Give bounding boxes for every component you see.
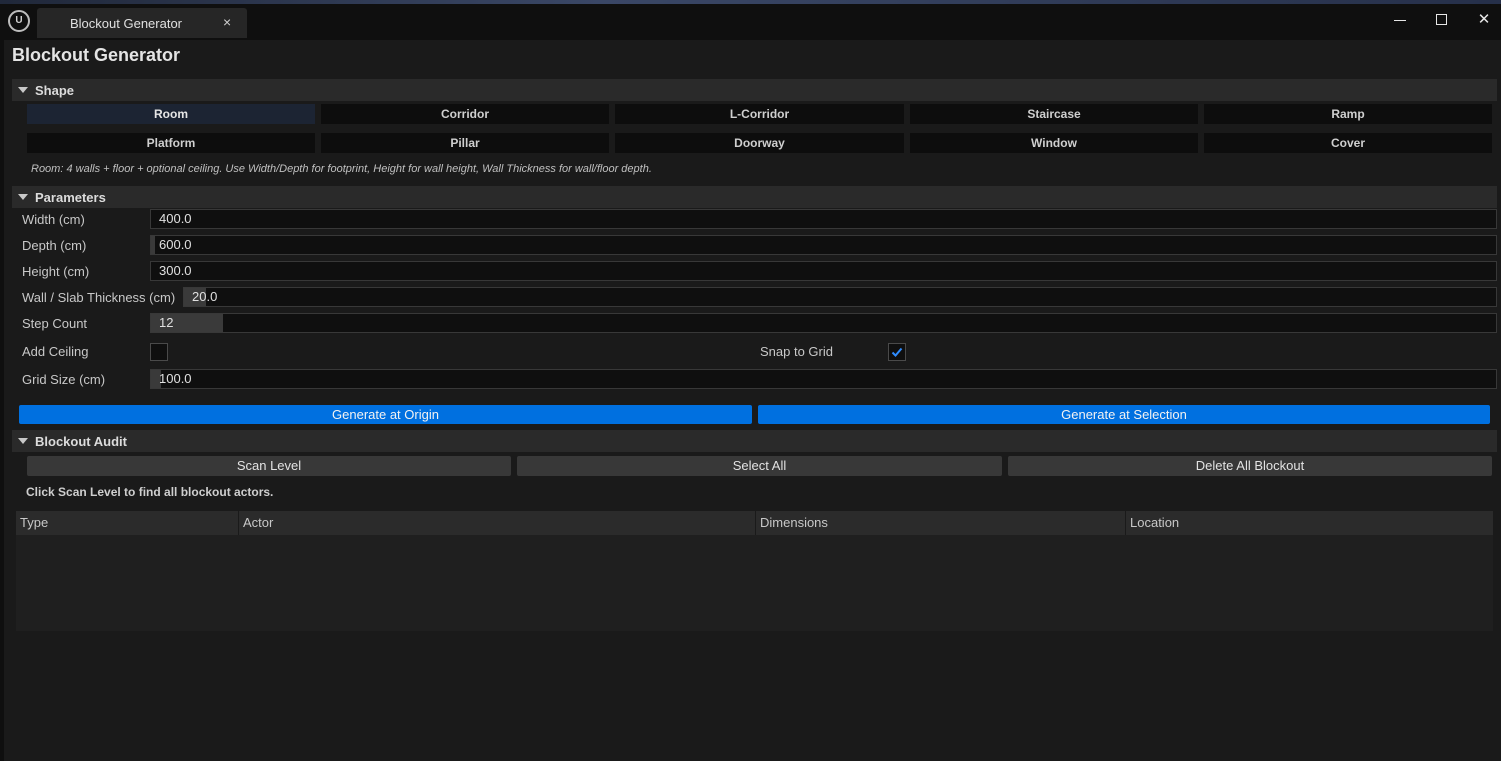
close-icon[interactable]: ✕ bbox=[1474, 10, 1494, 30]
step-count-value: 12 bbox=[159, 315, 174, 330]
shape-button-pillar[interactable]: Pillar bbox=[321, 133, 609, 153]
table-header: Type Actor Dimensions Location bbox=[16, 511, 1493, 535]
shape-button-window[interactable]: Window bbox=[910, 133, 1198, 153]
width-label: Width (cm) bbox=[22, 212, 85, 227]
thickness-value: 20.0 bbox=[192, 289, 218, 304]
height-field[interactable]: 300.0 bbox=[150, 261, 1497, 281]
grid-size-label: Grid Size (cm) bbox=[22, 372, 106, 387]
generate-at-selection-button[interactable]: Generate at Selection bbox=[758, 405, 1490, 424]
page-title: Blockout Generator bbox=[12, 45, 181, 65]
height-label: Height (cm) bbox=[22, 264, 90, 279]
add-ceiling-label: Add Ceiling bbox=[22, 344, 89, 359]
column-header-dimensions[interactable]: Dimensions bbox=[755, 511, 1125, 535]
snap-to-grid-label: Snap to Grid bbox=[760, 344, 833, 359]
expand-triangle-icon bbox=[18, 194, 28, 200]
add-ceiling-checkbox[interactable] bbox=[150, 343, 168, 361]
select-all-button[interactable]: Select All bbox=[517, 456, 1002, 476]
audit-table: Type Actor Dimensions Location bbox=[16, 511, 1493, 631]
shape-button-l-corridor[interactable]: L-Corridor bbox=[615, 104, 904, 124]
snap-to-grid-checkbox[interactable] bbox=[888, 343, 906, 361]
width-value: 400.0 bbox=[159, 211, 192, 226]
step-count-label: Step Count bbox=[22, 316, 88, 331]
grid-size-value: 100.0 bbox=[159, 371, 192, 386]
depth-value: 600.0 bbox=[159, 237, 192, 252]
shape-button-cover[interactable]: Cover bbox=[1204, 133, 1492, 153]
expand-triangle-icon bbox=[18, 438, 28, 444]
shape-button-staircase[interactable]: Staircase bbox=[910, 104, 1198, 124]
parameters-section-header[interactable]: Parameters bbox=[12, 186, 1497, 208]
tab-blockout-generator[interactable]: Blockout Generator × bbox=[37, 8, 247, 38]
shape-button-doorway[interactable]: Doorway bbox=[615, 133, 904, 153]
minimize-icon[interactable] bbox=[1390, 10, 1410, 30]
tab-close-icon[interactable]: × bbox=[223, 14, 231, 30]
thickness-field[interactable]: 20.0 bbox=[183, 287, 1497, 307]
shape-section-header[interactable]: Shape bbox=[12, 79, 1497, 101]
step-count-field[interactable]: 12 bbox=[150, 313, 1497, 333]
maximize-icon[interactable] bbox=[1432, 10, 1452, 30]
column-header-type[interactable]: Type bbox=[16, 511, 238, 535]
shape-button-platform[interactable]: Platform bbox=[27, 133, 315, 153]
parameters-section-label: Parameters bbox=[35, 190, 106, 205]
grid-size-field[interactable]: 100.0 bbox=[150, 369, 1497, 389]
audit-section-label: Blockout Audit bbox=[35, 434, 127, 449]
thickness-label: Wall / Slab Thickness (cm) bbox=[22, 290, 176, 305]
title-bar: U Blockout Generator × ✕ bbox=[0, 4, 1501, 40]
column-header-actor[interactable]: Actor bbox=[238, 511, 755, 535]
delete-all-blockout-button[interactable]: Delete All Blockout bbox=[1008, 456, 1492, 476]
ue-logo-icon: U bbox=[8, 10, 30, 32]
height-value: 300.0 bbox=[159, 263, 192, 278]
left-edge bbox=[0, 40, 4, 761]
column-header-location[interactable]: Location bbox=[1125, 511, 1493, 535]
depth-label: Depth (cm) bbox=[22, 238, 87, 253]
width-field[interactable]: 400.0 bbox=[150, 209, 1497, 229]
scan-level-button[interactable]: Scan Level bbox=[27, 456, 511, 476]
shape-button-room[interactable]: Room bbox=[27, 104, 315, 124]
audit-message: Click Scan Level to find all blockout ac… bbox=[26, 485, 274, 499]
checkmark-icon bbox=[891, 347, 903, 357]
generate-at-origin-button[interactable]: Generate at Origin bbox=[19, 405, 752, 424]
audit-section-header[interactable]: Blockout Audit bbox=[12, 430, 1497, 452]
tab-label: Blockout Generator bbox=[70, 16, 183, 31]
shape-button-corridor[interactable]: Corridor bbox=[321, 104, 609, 124]
shape-button-ramp[interactable]: Ramp bbox=[1204, 104, 1492, 124]
depth-field[interactable]: 600.0 bbox=[150, 235, 1497, 255]
shape-hint-text: Room: 4 walls + floor + optional ceiling… bbox=[31, 163, 652, 175]
shape-section-label: Shape bbox=[35, 83, 75, 98]
expand-triangle-icon bbox=[18, 87, 28, 93]
